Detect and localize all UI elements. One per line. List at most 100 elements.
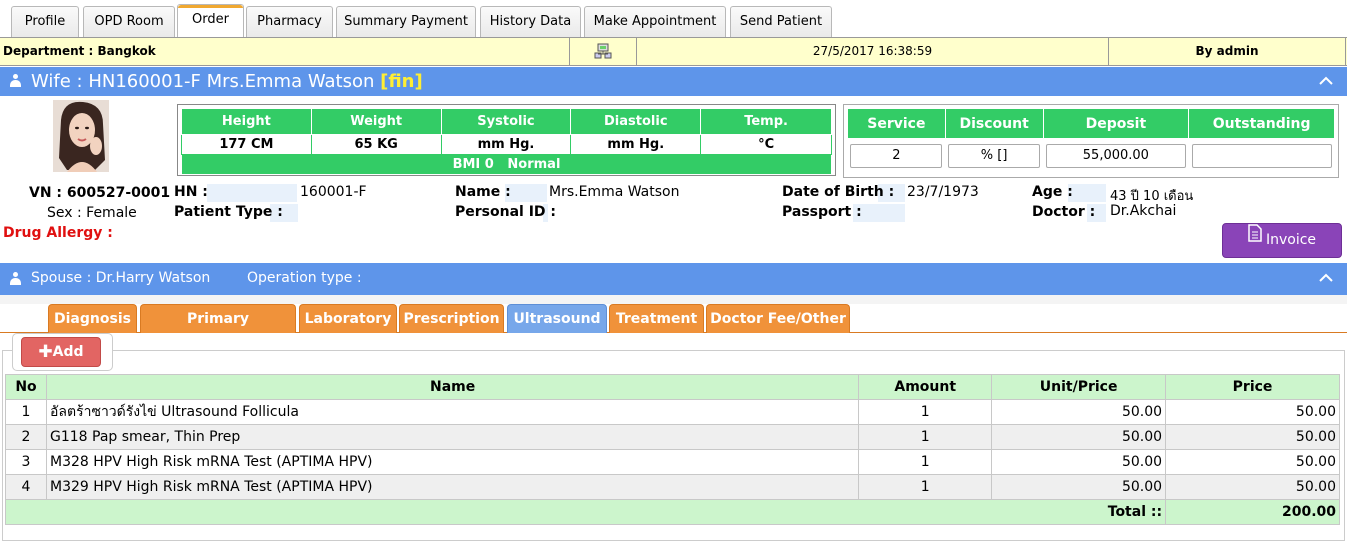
subtab-doctor-fee[interactable]: Doctor Fee/Other [706,304,850,333]
document-icon [1248,222,1262,255]
row-price: 50.00 [1165,449,1340,475]
items-table: No Name Amount Unit/Price Price 1 อัลตร้… [4,374,1340,525]
patient-type-label: Patient Type : [174,204,283,220]
bmi-value: BMI 0 Normal [181,154,832,175]
subtab-primary-diag[interactable]: Primary Diag/ICD10 [140,304,296,355]
row-amount: 1 [858,474,993,500]
billing-table: Service Discount Deposit Outstanding 2 %… [847,108,1335,173]
vitals-panel: Height Weight Systolic Diastolic Temp. 1… [177,104,836,176]
fin-status-badge: [fin] [380,71,423,92]
row-unit-price: 50.00 [991,424,1167,450]
row-unit-price: 50.00 [991,449,1167,475]
collapse-chevron-icon[interactable] [1319,73,1333,89]
name-label: Name : [455,184,511,200]
deposit-header: Deposit [1042,108,1190,139]
tab-history-data[interactable]: History Data [480,6,581,38]
deposit-field[interactable]: 55,000.00 [1045,143,1186,168]
patient-header-bar: Wife : HN160001-F Mrs.Emma Watson [fin] [0,67,1347,96]
avatar [53,100,109,172]
row-no: 2 [5,424,47,450]
top-tab-bar: Profile OPD Room Order Pharmacy Summary … [0,0,1347,39]
passport-label: Passport : [782,204,862,220]
vn-label: VN : 600527-0001 [29,185,171,201]
row-unit-price: 50.00 [991,399,1167,425]
drug-allergy-label: Drug Allergy : [3,225,113,241]
person-icon [9,74,22,87]
table-row[interactable]: 1 อัลตร้าซาวด์รังไข่ Ultrasound Follicul… [5,399,1340,425]
patient-header-title: Wife : HN160001-F Mrs.Emma Watson [fin] [31,71,423,92]
invoice-label: Invoice [1265,232,1317,248]
table-row[interactable]: 4 M329 HPV High Risk mRNA Test (APTIMA H… [5,474,1340,500]
personal-id-label: Personal ID : [455,204,557,220]
col-unit-price-header: Unit/Price [991,374,1167,400]
row-amount: 1 [858,424,993,450]
tab-send-patient[interactable]: Send Patient [730,6,832,38]
subtab-prescription[interactable]: Prescription [399,304,504,333]
row-no: 1 [5,399,47,425]
person-icon [9,272,22,285]
tab-profile[interactable]: Profile [11,6,79,38]
row-name: M329 HPV High Risk mRNA Test (APTIMA HPV… [45,474,860,500]
tab-opd-room[interactable]: OPD Room [83,6,175,38]
total-row: Total :: 200.00 [4,499,1340,525]
row-price: 50.00 [1165,424,1340,450]
invoice-button[interactable]: Invoice [1222,223,1342,258]
user-label: By admin [1109,38,1346,65]
collapse-chevron-icon[interactable] [1319,270,1333,286]
doctor-label: Doctor : [1032,204,1096,220]
row-name: M328 HPV High Risk mRNA Test (APTIMA HPV… [45,449,860,475]
network-icon[interactable] [570,38,637,65]
plus-icon: ✚ [38,342,53,362]
subtab-laboratory[interactable]: Laboratory [299,304,397,333]
spouse-label: Spouse : Dr.Harry Watson [31,270,211,286]
spouse-bar: Spouse : Dr.Harry Watson Operation type … [0,263,1347,295]
table-row[interactable]: 2 G118 Pap smear, Thin Prep 1 50.00 50.0… [5,424,1340,450]
patient-header-text: Wife : HN160001-F Mrs.Emma Watson [31,71,381,92]
spouse-bar-shadow [0,295,1347,304]
operation-type-label: Operation type : [247,270,362,286]
info-bar: Department : Bangkok 27/5/2017 16:38:59 … [0,37,1347,66]
tab-summary-payment[interactable]: Summary Payment [336,6,476,38]
dob-value: 23/7/1973 [907,184,979,200]
row-amount: 1 [858,399,993,425]
hn-value: 160001-F [300,184,367,200]
row-price: 50.00 [1165,474,1340,500]
table-row[interactable]: 3 M328 HPV High Risk mRNA Test (APTIMA H… [5,449,1340,475]
systolic-value: mm Hg. [440,134,572,155]
tab-pharmacy[interactable]: Pharmacy [246,6,333,38]
dob-label: Date of Birth : [782,184,895,200]
weight-header: Weight [310,108,442,135]
add-label: Add [52,344,84,360]
row-price: 50.00 [1165,399,1340,425]
weight-value: 65 KG [310,134,442,155]
row-unit-price: 50.00 [991,474,1167,500]
col-price-header: Price [1165,374,1340,400]
subtab-treatment[interactable]: Treatment [609,304,704,333]
tab-make-appointment[interactable]: Make Appointment [584,6,726,38]
total-value: 200.00 [1165,499,1340,525]
subtab-diagnosis[interactable]: Diagnosis [48,304,137,333]
service-field[interactable]: 2 [850,143,943,168]
doctor-value: Dr.Akchai [1110,203,1177,219]
systolic-header: Systolic [440,108,572,135]
col-name-header: Name [45,374,860,400]
discount-header: Discount [944,108,1044,139]
datetime-label: 27/5/2017 16:38:59 [637,38,1109,65]
row-no: 3 [5,449,47,475]
temp-value: °C [700,134,832,155]
tab-order[interactable]: Order [177,4,244,39]
row-name: อัลตร้าซาวด์รังไข่ Ultrasound Follicula [45,399,860,425]
add-button[interactable]: ✚Add [21,337,101,367]
age-label: Age : [1032,184,1073,200]
hn-field-bg [207,184,297,202]
department-label: Department : Bangkok [0,38,570,65]
outstanding-field[interactable] [1191,143,1332,168]
subtab-ultrasound[interactable]: Ultrasound [507,304,607,333]
diastolic-value: mm Hg. [570,134,702,155]
billing-panel: Service Discount Deposit Outstanding 2 %… [843,104,1339,178]
discount-field[interactable]: % [] [948,143,1041,168]
row-no: 4 [5,474,47,500]
service-header: Service [847,108,946,139]
name-value: Mrs.Emma Watson [549,184,680,200]
vitals-table: Height Weight Systolic Diastolic Temp. 1… [181,108,832,175]
